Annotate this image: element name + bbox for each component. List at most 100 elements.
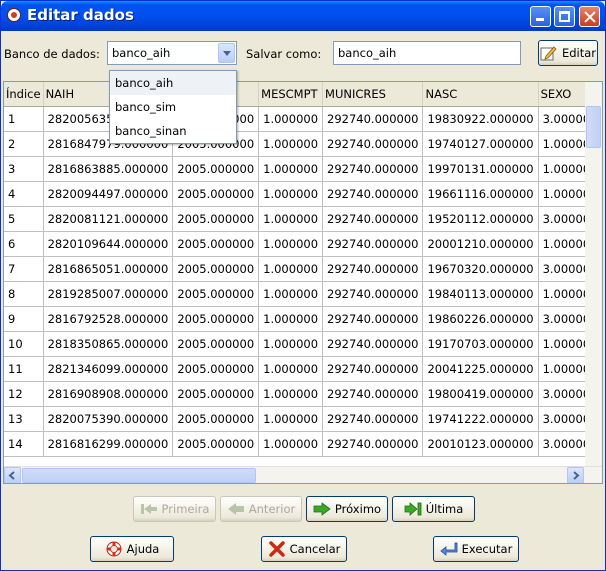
table-row[interactable]: 3 2816863885.000000 2005.000000 1.000000 292…	[4, 156, 602, 182]
horizontal-scrollbar[interactable]	[4, 466, 602, 483]
row-index-cell[interactable]: 8	[4, 281, 44, 307]
table-cell[interactable]: 1.000000	[258, 156, 324, 182]
table-cell[interactable]: 19670320.000000	[422, 256, 539, 282]
table-cell[interactable]: 2005.000000	[172, 406, 260, 432]
row-index-cell[interactable]: 12	[4, 381, 44, 407]
table-cell[interactable]: 2816792528.000000	[43, 306, 174, 332]
table-cell[interactable]: 2005.000000	[172, 181, 260, 207]
table-cell[interactable]: 2005.000000	[172, 331, 260, 357]
table-cell[interactable]: 19661116.000000	[422, 181, 539, 207]
table-cell[interactable]: 2005.000000	[172, 156, 260, 182]
table-cell[interactable]: 292740.000000	[322, 156, 424, 182]
row-index-cell[interactable]: 10	[4, 331, 44, 357]
dropdown-option[interactable]: banco_sim	[110, 95, 236, 119]
help-button[interactable]: Ajuda	[90, 536, 174, 562]
table-cell[interactable]: 20041225.000000	[422, 356, 539, 382]
table-cell[interactable]: 19741222.000000	[422, 406, 539, 432]
previous-button[interactable]: Anterior	[220, 496, 302, 522]
table-cell[interactable]: 1.000000	[258, 406, 324, 432]
table-cell[interactable]: 292740.000000	[322, 181, 424, 207]
table-row[interactable]: 14 2816816299.000000 2005.000000 1.000000 29…	[4, 431, 602, 457]
table-cell[interactable]: 292740.000000	[322, 106, 424, 132]
next-button[interactable]: Próximo	[306, 496, 388, 522]
table-cell[interactable]: 20010123.000000	[422, 431, 539, 457]
table-cell[interactable]: 2820081121.000000	[43, 206, 174, 232]
maximize-button[interactable]	[554, 6, 575, 27]
dropdown-option[interactable]: banco_aih	[110, 71, 236, 95]
table-cell[interactable]: 1.000000	[258, 231, 324, 257]
table-cell[interactable]: 1.000000	[258, 331, 324, 357]
table-cell[interactable]: 2005.000000	[172, 256, 260, 282]
table-cell[interactable]: 2816865051.000000	[43, 256, 174, 282]
table-cell[interactable]: 2005.000000	[172, 431, 260, 457]
table-cell[interactable]: 19170703.000000	[422, 331, 539, 357]
table-cell[interactable]: 1.000000	[258, 281, 324, 307]
table-row[interactable]: 10 2818350865.000000 2005.000000 1.000000 29…	[4, 331, 602, 357]
horizontal-scroll-thumb[interactable]	[22, 468, 256, 483]
table-row[interactable]: 7 2816865051.000000 2005.000000 1.000000 292…	[4, 256, 602, 282]
table-cell[interactable]: 1.000000	[258, 106, 324, 132]
table-cell[interactable]: 2816863885.000000	[43, 156, 174, 182]
column-header-index[interactable]: Índice	[4, 82, 44, 107]
table-cell[interactable]: 2005.000000	[172, 281, 260, 307]
column-header-municres[interactable]: MUNICRES	[322, 82, 424, 107]
table-cell[interactable]: 1.000000	[258, 206, 324, 232]
table-cell[interactable]: 19800419.000000	[422, 381, 539, 407]
table-cell[interactable]: 2818350865.000000	[43, 331, 174, 357]
table-cell[interactable]: 292740.000000	[322, 281, 424, 307]
save-as-input[interactable]: banco_aih	[333, 41, 521, 65]
table-row[interactable]: 11 2821346099.000000 2005.000000 1.000000 29…	[4, 356, 602, 382]
table-cell[interactable]: 2820075390.000000	[43, 406, 174, 432]
table-cell[interactable]: 19970131.000000	[422, 156, 539, 182]
table-row[interactable]: 12820056357.0000002005.0000001.000000292…	[4, 106, 602, 132]
scroll-right-button[interactable]	[567, 467, 584, 483]
close-button[interactable]	[579, 6, 600, 27]
table-row[interactable]: 6 2820109644.000000 2005.000000 1.000000 292…	[4, 231, 602, 257]
table-cell[interactable]: 1.000000	[258, 131, 324, 157]
table-row[interactable]: 4 2820094497.000000 2005.000000 1.000000 292…	[4, 181, 602, 207]
table-cell[interactable]: 19830922.000000	[422, 106, 539, 132]
table-cell[interactable]: 2821346099.000000	[43, 356, 174, 382]
table-cell[interactable]: 19860226.000000	[422, 306, 539, 332]
table-cell[interactable]: 292740.000000	[322, 381, 424, 407]
table-cell[interactable]: 292740.000000	[322, 131, 424, 157]
table-row[interactable]: 22816847979.0000002005.0000001.000000292…	[4, 131, 602, 157]
last-button[interactable]: Última	[392, 496, 475, 522]
table-cell[interactable]: 1.000000	[258, 356, 324, 382]
row-index-cell[interactable]: 2	[4, 131, 44, 157]
table-cell[interactable]: 292740.000000	[322, 331, 424, 357]
table-cell[interactable]: 1.000000	[258, 256, 324, 282]
chevron-down-icon[interactable]	[218, 43, 235, 63]
table-cell[interactable]: 2820094497.000000	[43, 181, 174, 207]
row-index-cell[interactable]: 11	[4, 356, 44, 382]
table-cell[interactable]: 2005.000000	[172, 356, 260, 382]
row-index-cell[interactable]: 13	[4, 406, 44, 432]
table-cell[interactable]: 2005.000000	[172, 206, 260, 232]
row-index-cell[interactable]: 7	[4, 256, 44, 282]
table-row[interactable]: 12 2816908908.000000 2005.000000 1.000000 29…	[4, 381, 602, 407]
table-cell[interactable]: 2816908908.000000	[43, 381, 174, 407]
row-index-cell[interactable]: 9	[4, 306, 44, 332]
table-row[interactable]: 9 2816792528.000000 2005.000000 1.000000 292…	[4, 306, 602, 332]
table-cell[interactable]: 1.000000	[258, 306, 324, 332]
table-cell[interactable]: 292740.000000	[322, 231, 424, 257]
table-cell[interactable]: 2816816299.000000	[43, 431, 174, 457]
table-cell[interactable]: 2005.000000	[172, 231, 260, 257]
database-combobox[interactable]: banco_aih	[107, 41, 237, 65]
table-cell[interactable]: 2820109644.000000	[43, 231, 174, 257]
row-index-cell[interactable]: 3	[4, 156, 44, 182]
table-row[interactable]: 8 2819285007.000000 2005.000000 1.000000 292…	[4, 281, 602, 307]
first-button[interactable]: Primeira	[133, 496, 216, 522]
column-header-nasc[interactable]: NASC	[422, 82, 539, 107]
table-cell[interactable]: 292740.000000	[322, 256, 424, 282]
minimize-button[interactable]	[530, 6, 551, 27]
table-cell[interactable]: 292740.000000	[322, 431, 424, 457]
table-cell[interactable]: 2005.000000	[172, 306, 260, 332]
table-cell[interactable]: 292740.000000	[322, 406, 424, 432]
title-bar[interactable]: Editar dados	[1, 1, 605, 31]
cancel-button[interactable]: Cancelar	[261, 536, 347, 562]
table-row[interactable]: 13 2820075390.000000 2005.000000 1.000000 29…	[4, 406, 602, 432]
edit-button[interactable]: Editar	[538, 40, 598, 66]
table-cell[interactable]: 20001210.000000	[422, 231, 539, 257]
vertical-scrollbar[interactable]	[585, 82, 602, 467]
